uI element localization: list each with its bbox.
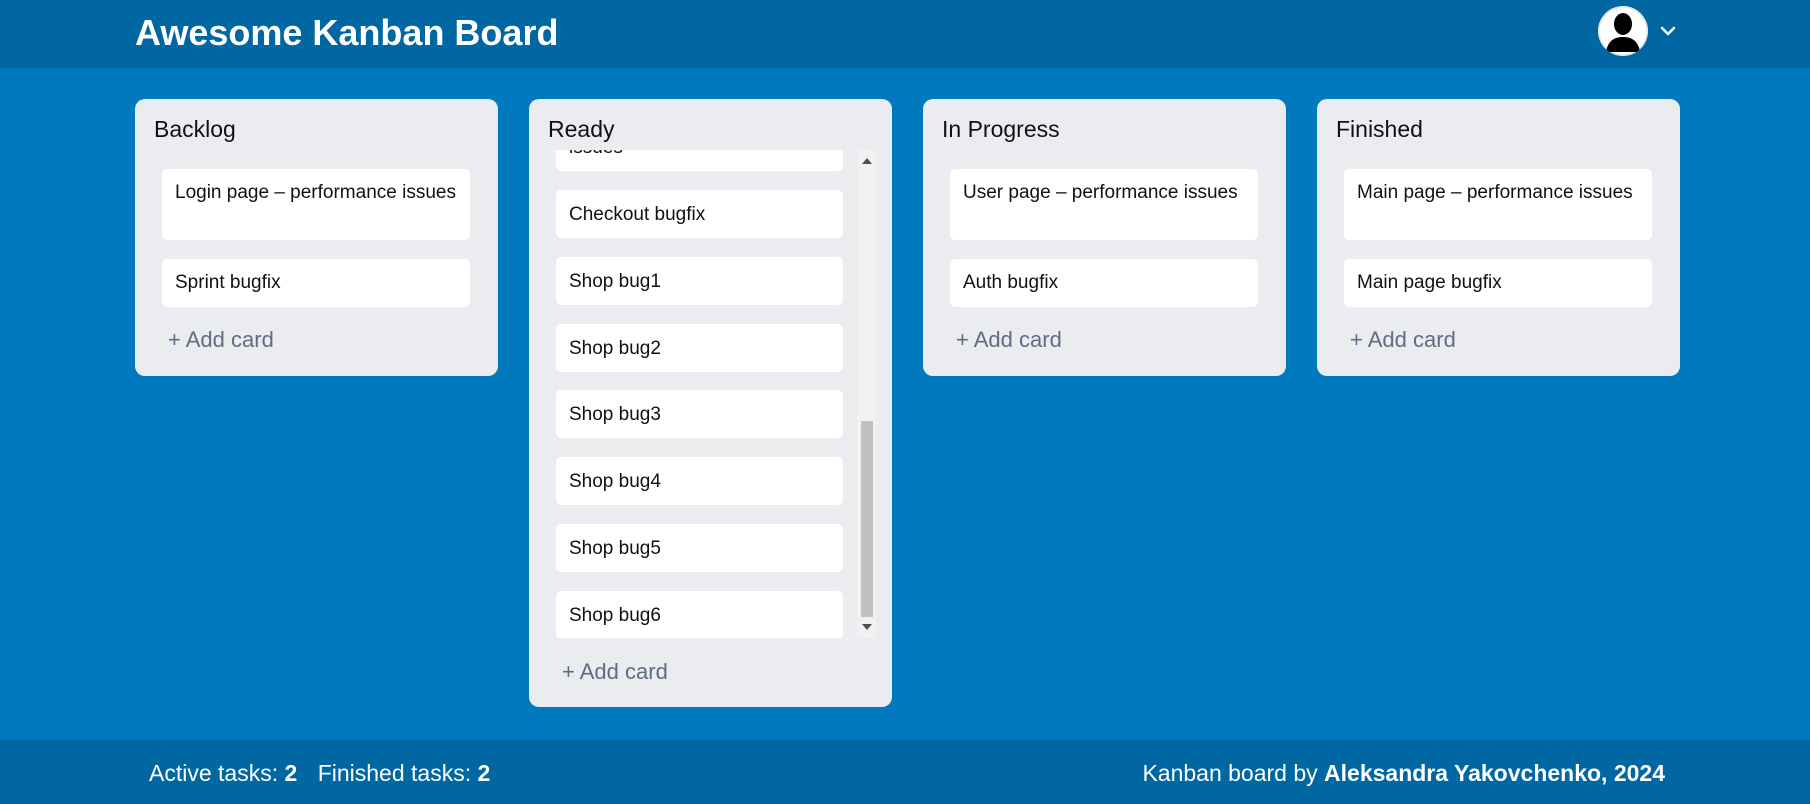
task-card[interactable]: Shop bug2 (556, 324, 843, 372)
card-list[interactable]: issues Checkout bugfix Shop bug1 Shop bu… (556, 150, 876, 638)
column-ready: Ready issues Checkout bugfix Shop bug1 S… (529, 99, 892, 707)
add-card-button[interactable]: + Add card (1350, 327, 1456, 353)
column-title: In Progress (942, 116, 1060, 142)
task-card[interactable]: Main page bugfix (1344, 259, 1652, 307)
task-card[interactable]: Shop bug1 (556, 257, 843, 305)
task-card[interactable]: issues (556, 150, 843, 171)
task-card[interactable]: Auth bugfix (950, 259, 1258, 307)
active-tasks-label: Active tasks: (149, 760, 279, 786)
add-card-button[interactable]: + Add card (562, 659, 668, 685)
column-backlog: Backlog Login page – performance issues … (135, 99, 498, 376)
credit-prefix: Kanban board by (1142, 760, 1318, 786)
task-card[interactable]: Shop bug5 (556, 524, 843, 572)
finished-tasks-count: 2 (477, 760, 491, 786)
column-in-progress: In Progress User page – performance issu… (923, 99, 1286, 376)
task-card[interactable]: Checkout bugfix (556, 190, 843, 238)
credit-year: , 2024 (1601, 760, 1665, 786)
finished-tasks-label: Finished tasks: (317, 760, 472, 786)
credit-author: Aleksandra Yakovchenko (1324, 760, 1602, 786)
column-finished: Finished Main page – performance issues … (1317, 99, 1680, 376)
scrollbar-thumb[interactable] (861, 421, 873, 617)
column-title: Backlog (154, 116, 236, 142)
app-footer: Active tasks: 2 Finished tasks: 2 Kanban… (0, 740, 1810, 804)
active-tasks-stat: Active tasks: 2 (149, 760, 297, 786)
chevron-down-icon[interactable] (1659, 22, 1677, 40)
task-card[interactable]: User page – performance issues (950, 169, 1258, 240)
task-card[interactable]: Login page – performance issues (162, 169, 470, 240)
add-card-button[interactable]: + Add card (956, 327, 1062, 353)
finished-tasks-stat: Finished tasks: 2 (318, 760, 491, 786)
user-menu-button[interactable] (1598, 6, 1678, 56)
task-card[interactable]: Shop bug4 (556, 457, 843, 505)
task-card[interactable]: Sprint bugfix (162, 259, 470, 307)
card-list-scrollbar[interactable] (857, 150, 876, 638)
user-silhouette-icon[interactable] (1598, 6, 1648, 56)
active-tasks-count: 2 (284, 760, 298, 786)
task-card[interactable]: Shop bug6 (556, 591, 843, 638)
task-card[interactable]: Shop bug3 (556, 390, 843, 438)
task-stats: Active tasks: 2 Finished tasks: 2 (149, 760, 504, 787)
add-card-button[interactable]: + Add card (168, 327, 274, 353)
column-title: Finished (1336, 116, 1423, 142)
app-header: Awesome Kanban Board (0, 0, 1810, 68)
task-card[interactable]: Main page – performance issues (1344, 169, 1652, 240)
footer-credit: Kanban board by Aleksandra Yakovchenko, … (1142, 760, 1665, 787)
column-title: Ready (548, 116, 615, 142)
app-title: Awesome Kanban Board (135, 12, 559, 53)
scroll-down-arrow-icon[interactable] (862, 624, 872, 630)
scroll-up-arrow-icon[interactable] (862, 158, 872, 164)
